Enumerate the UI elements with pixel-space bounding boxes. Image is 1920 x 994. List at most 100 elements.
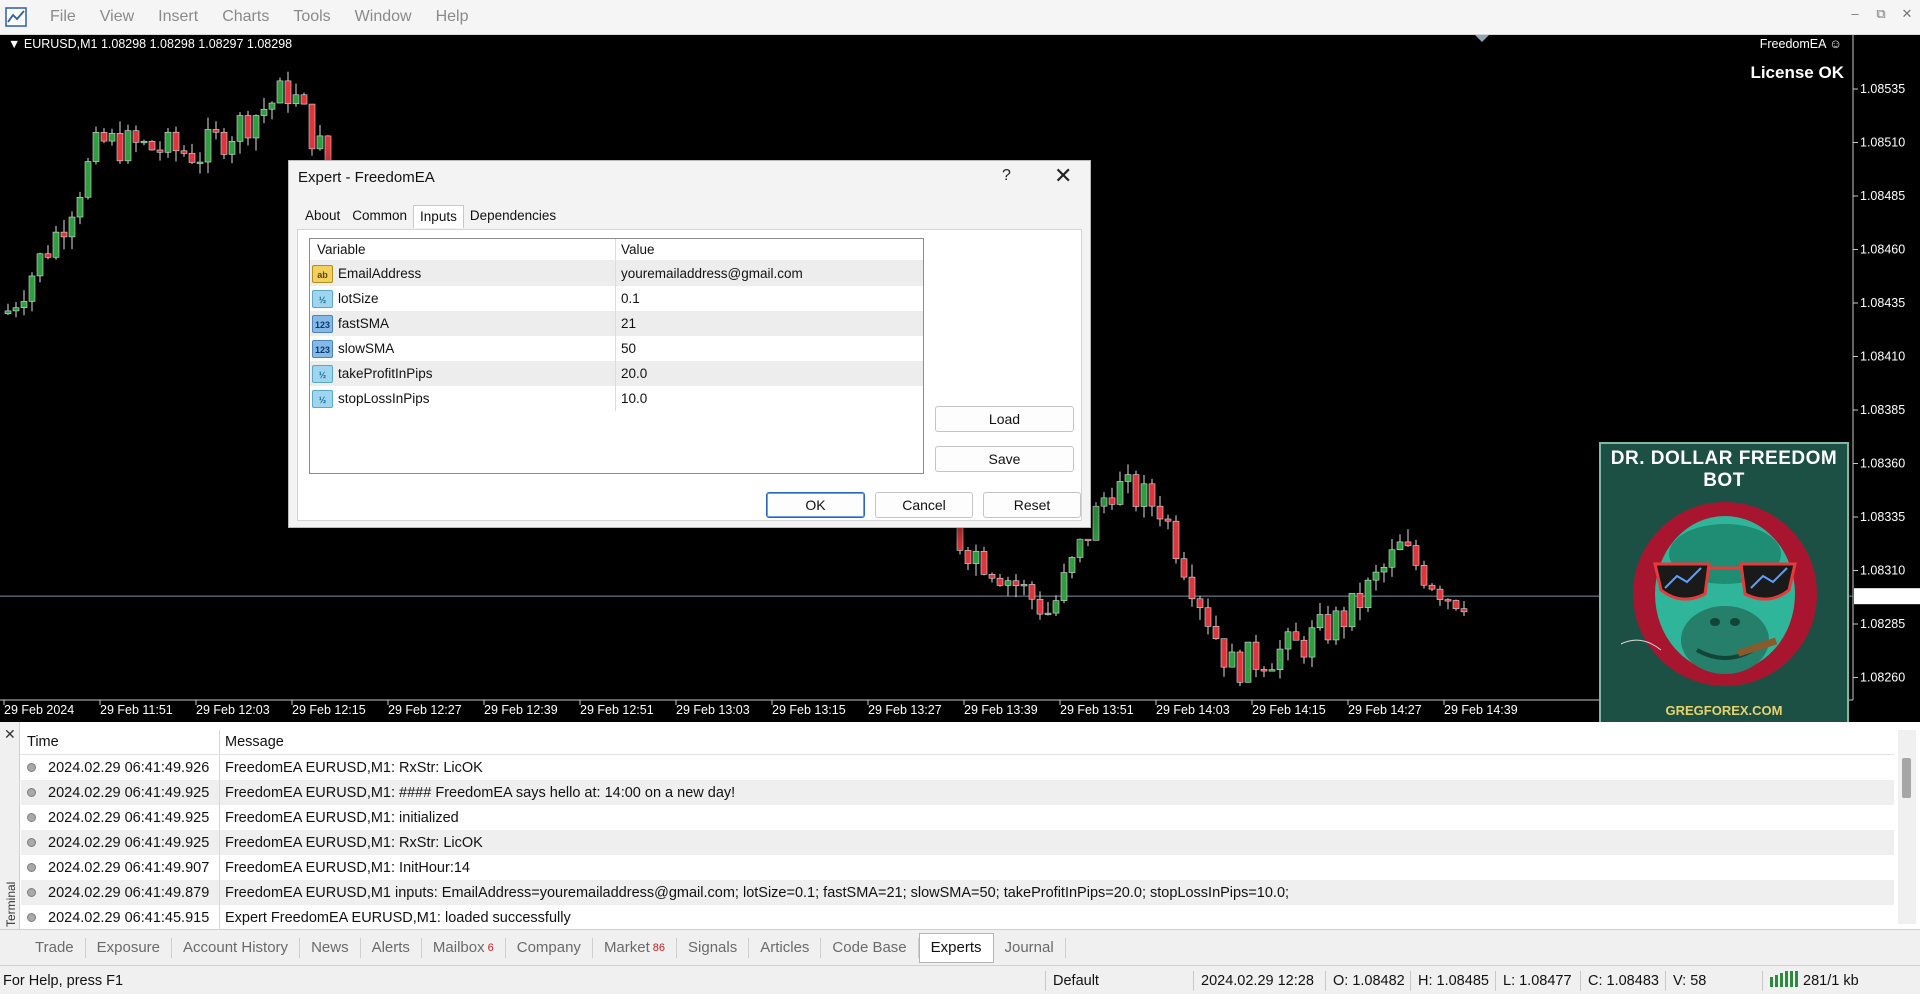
terminal-tab-experts[interactable]: Experts [918, 932, 994, 963]
tab-dependencies[interactable]: Dependencies [464, 205, 562, 228]
variable-name: takeProfitInPips [338, 366, 433, 381]
variable-cell: 123 fastSMA [310, 311, 616, 336]
terminal-close-icon[interactable]: ✕ [4, 726, 16, 743]
bearish-candle [148, 141, 156, 151]
input-row-EmailAddress[interactable]: ab EmailAddress youremailaddress@gmail.com [310, 261, 923, 286]
bot-logo-image: DR. DOLLAR FREEDOM BOT GREGFOREX.COM [1599, 442, 1849, 722]
terminal-tab-company[interactable]: Company [506, 937, 593, 958]
time-column-header[interactable]: Time [21, 730, 220, 754]
save-button[interactable]: Save [935, 446, 1074, 472]
log-row[interactable]: 2024.02.29 06:41:49.907 FreedomEA EURUSD,… [21, 855, 1894, 880]
log-row[interactable]: 2024.02.29 06:41:49.925 FreedomEA EURUSD,… [21, 780, 1894, 805]
terminal-tab-journal[interactable]: Journal [994, 937, 1066, 958]
value-cell[interactable]: 10.0 [616, 391, 647, 406]
menu-charts[interactable]: Charts [210, 8, 281, 26]
bearish-candle [1220, 638, 1228, 668]
menu-insert[interactable]: Insert [146, 8, 210, 26]
terminal-tab-exposure[interactable]: Exposure [86, 937, 173, 958]
value-column-header[interactable]: Value [616, 242, 655, 257]
log-scrollbar[interactable] [1898, 730, 1916, 924]
value-cell[interactable]: 21 [616, 316, 636, 331]
bearish-candle [172, 131, 180, 152]
restore-icon[interactable]: ⧉ [1868, 6, 1894, 22]
terminal-tab-articles[interactable]: Articles [749, 937, 822, 958]
help-button[interactable]: ? [1002, 167, 1011, 185]
bearish-candle [1340, 610, 1348, 628]
input-row-lotSize[interactable]: ½ lotSize 0.1 [310, 286, 923, 311]
bearish-candle [1252, 641, 1260, 670]
bearish-candle [116, 132, 124, 162]
menu-view[interactable]: View [88, 8, 146, 26]
bullish-candle [36, 253, 44, 277]
log-message: FreedomEA EURUSD,M1: RxStr: LicOK [225, 834, 483, 851]
tab-about[interactable]: About [299, 205, 346, 228]
terminal-tab-market[interactable]: Market 86 [593, 937, 678, 958]
reset-button[interactable]: Reset [983, 492, 1081, 518]
int-type-icon: 123 [312, 314, 333, 333]
tab-inputs[interactable]: Inputs [413, 205, 464, 228]
log-row[interactable]: 2024.02.29 06:41:49.926 FreedomEA EURUSD,… [21, 755, 1894, 780]
tab-common[interactable]: Common [346, 205, 413, 228]
terminal-tabs: Trade Exposure Account History News Alerts Ma… [0, 929, 1920, 965]
bullish-candle [1372, 571, 1380, 581]
bullish-candle [1020, 584, 1028, 587]
menu-file[interactable]: File [38, 8, 88, 26]
input-row-slowSMA[interactable]: 123 slowSMA 50 [310, 336, 923, 361]
bearish-candle [1132, 474, 1140, 507]
value-cell[interactable]: 50 [616, 341, 636, 356]
terminal-tab-signals[interactable]: Signals [677, 937, 750, 958]
value-cell[interactable]: youremailaddress@gmail.com [616, 266, 803, 281]
cancel-button[interactable]: Cancel [875, 492, 973, 518]
bearish-candle [180, 150, 188, 154]
variable-cell: ½ takeProfitInPips [310, 361, 616, 386]
log-time-cell: 2024.02.29 06:41:49.879 [21, 880, 220, 905]
log-row[interactable]: 2024.02.29 06:41:49.879 FreedomEA EURUSD,… [21, 880, 1894, 905]
load-button[interactable]: Load [935, 406, 1074, 432]
gorilla-face-icon [1620, 502, 1817, 686]
terminal-tab-label: Journal [1004, 939, 1054, 956]
log-row[interactable]: 2024.02.29 06:41:49.925 FreedomEA EURUSD,… [21, 805, 1894, 830]
ok-button[interactable]: OK [766, 492, 865, 518]
terminal-tab-mailbox[interactable]: Mailbox 6 [422, 937, 506, 958]
bullish-candle [4, 310, 12, 314]
menu-help[interactable]: Help [424, 8, 481, 26]
input-row-fastSMA[interactable]: 123 fastSMA 21 [310, 311, 923, 336]
bearish-candle [1292, 631, 1300, 641]
menu-window[interactable]: Window [343, 8, 424, 26]
time-tick-label: 29 Feb 12:27 [388, 703, 462, 717]
bullish-candle [1004, 580, 1012, 586]
terminal-tab-trade[interactable]: Trade [24, 937, 86, 958]
terminal-tab-news[interactable]: News [300, 937, 361, 958]
message-column-header[interactable]: Message [220, 734, 284, 750]
bearish-candle [1156, 505, 1164, 520]
terminal-tab-code-base[interactable]: Code Base [821, 937, 919, 958]
terminal-tab-alerts[interactable]: Alerts [361, 937, 422, 958]
bullish-candle [1068, 557, 1076, 573]
status-profile[interactable]: Default [1053, 973, 1099, 989]
terminal-tab-account-history[interactable]: Account History [172, 937, 301, 958]
input-row-takeProfitInPips[interactable]: ½ takeProfitInPips 20.0 [310, 361, 923, 386]
bearish-candle [956, 527, 964, 551]
metatrader-app-icon[interactable] [4, 6, 28, 28]
variable-column-header[interactable]: Variable [310, 239, 616, 260]
value-cell[interactable]: 20.0 [616, 366, 647, 381]
value-cell[interactable]: 0.1 [616, 291, 640, 306]
str-type-icon: ab [312, 264, 333, 283]
scrollbar-thumb[interactable] [1902, 758, 1911, 798]
minimize-icon[interactable]: – [1842, 6, 1868, 22]
bearish-candle [1028, 584, 1036, 600]
log-time-cell: 2024.02.29 06:41:49.926 [21, 755, 220, 780]
log-row[interactable]: 2024.02.29 06:41:49.925 FreedomEA EURUSD,… [21, 830, 1894, 855]
bullish-candle [1316, 614, 1324, 629]
bullish-candle [1396, 541, 1404, 551]
log-message: FreedomEA EURUSD,M1: InitHour:14 [225, 859, 470, 876]
expert-name-label[interactable]: FreedomEA ☺ [1760, 37, 1842, 51]
dialog-close-button[interactable]: ✕ [1054, 163, 1072, 189]
close-icon[interactable]: ✕ [1894, 6, 1920, 22]
bullish-candle [76, 196, 84, 218]
chart-menu-triangle-icon[interactable]: ▼ [8, 37, 24, 51]
log-time-cell: 2024.02.29 06:41:49.907 [21, 855, 220, 880]
input-row-stopLossInPips[interactable]: ½ stopLossInPips 10.0 [310, 386, 923, 411]
log-row[interactable]: 2024.02.29 06:41:45.915 Expert FreedomEA … [21, 905, 1894, 930]
menu-tools[interactable]: Tools [281, 8, 342, 26]
